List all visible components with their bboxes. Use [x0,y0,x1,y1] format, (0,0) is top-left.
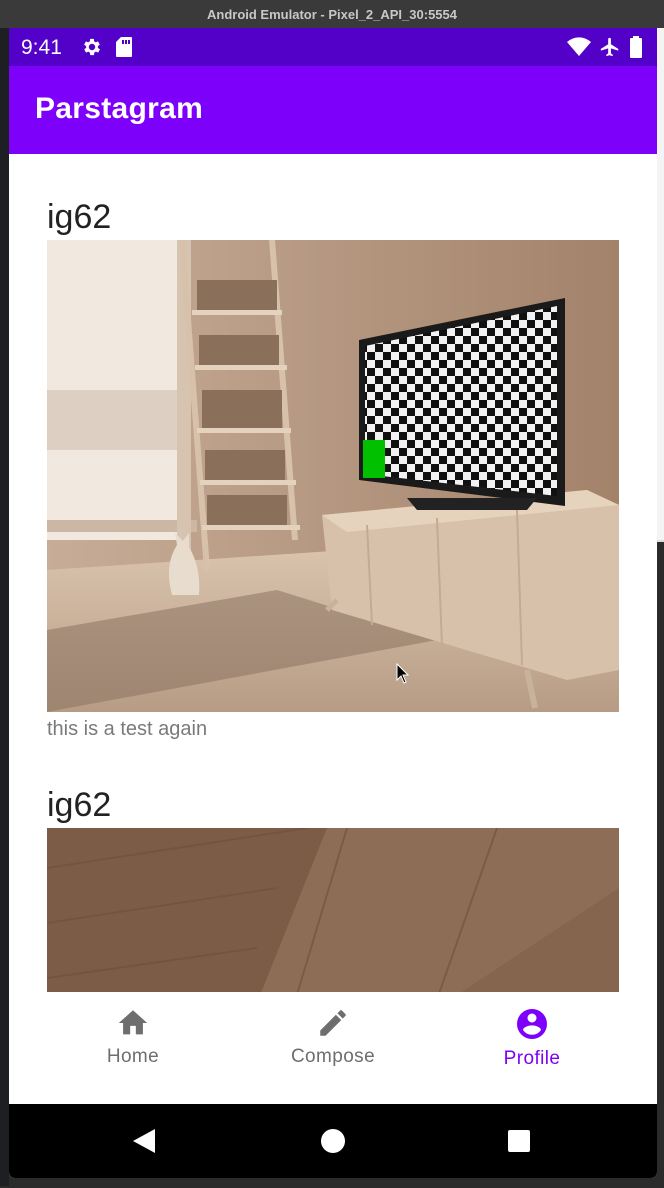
wood-floor-photo[interactable] [47,828,619,992]
ide-background-strip [657,540,664,1188]
ide-background-panel [657,28,664,540]
home-button[interactable] [303,1104,363,1178]
status-bar: 9:41 [9,28,657,66]
bottom-navigation: Home Compose Profile [9,992,657,1104]
status-time: 9:41 [21,36,62,59]
battery-icon [629,36,643,58]
home-circle-icon [320,1128,346,1154]
account-circle-icon [514,1006,550,1042]
nav-profile[interactable]: Profile [424,1006,640,1076]
post-username: ig62 [47,198,112,236]
post-caption: this is a test again [47,718,208,740]
recents-icon [507,1129,531,1153]
post-item[interactable]: ig62 [47,194,619,741]
android-device-screen: 9:41 Parstagram ig62 this is a test agai… [9,28,657,1178]
nav-compose[interactable]: Compose [225,1006,441,1076]
app-title: Parstagram [35,92,204,125]
back-icon [131,1127,157,1155]
ide-editor-strip [0,28,9,1186]
post-item[interactable]: ig62 [47,782,619,992]
post-feed[interactable]: ig62 this is a test again ig62 [9,154,657,992]
home-icon [116,1006,150,1040]
app-bar: Parstagram [9,66,657,154]
back-button[interactable] [114,1104,174,1178]
recents-button[interactable] [489,1104,549,1178]
sd-card-icon [115,36,133,58]
system-navigation-bar [9,1104,657,1178]
airplane-icon [599,36,621,58]
nav-profile-label: Profile [503,1048,561,1069]
emulator-window-title: Android Emulator - Pixel_2_API_30:5554 [0,0,664,29]
wifi-icon [567,37,591,57]
nav-home-label: Home [106,1046,160,1067]
living-room-photo[interactable] [47,240,619,712]
gear-icon [81,36,103,58]
pencil-icon [316,1006,350,1040]
nav-compose-label: Compose [290,1046,376,1067]
nav-home[interactable]: Home [25,1006,241,1076]
post-username: ig62 [47,786,112,824]
